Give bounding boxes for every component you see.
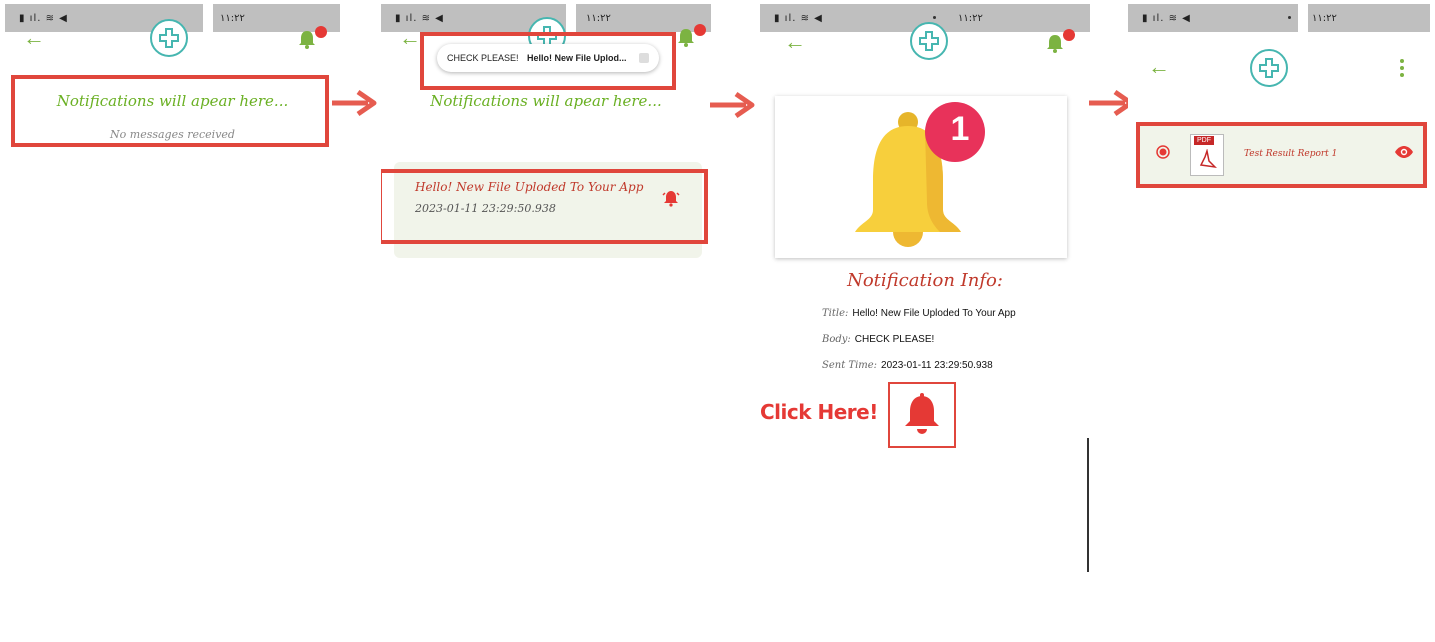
empty-state-title: Notifications will apear here... [56,92,289,110]
status-signal-icons: ▮ ıl. ≋ ◀ [19,13,68,24]
pdf-file-icon: PDF [1190,134,1224,176]
bell-illustration-card: 1 [775,96,1067,258]
notification-badge [694,24,706,36]
info-title-key: Title: [822,308,849,319]
status-signal-icons: ▮ ıl. ≋ ◀ [1142,13,1191,24]
acrobat-icon [1199,149,1217,169]
screen-notification-list: ▮ ıl. ≋ ◀ ١١:٢٢ ← CHECK PLEASE! Hello! N… [381,4,711,640]
back-arrow-icon[interactable]: ← [1148,56,1170,78]
app-logo [150,19,188,57]
notification-bell-icon[interactable] [677,28,695,48]
more-options-icon[interactable] [1399,58,1405,78]
view-eye-icon[interactable] [1394,145,1414,159]
back-arrow-icon[interactable]: ← [399,27,421,49]
info-title-value: Hello! New File Uploded To Your App [852,308,1016,319]
info-sent-key: Sent Time: [822,360,878,371]
notification-badge [1063,29,1075,41]
back-arrow-icon[interactable]: ← [784,31,806,53]
status-time: ١١:٢٢ [1312,13,1337,24]
app-logo [1250,49,1288,87]
badge-count: 1 [950,110,970,148]
notification-timestamp: 2023-01-11 23:29:50.938 [415,202,556,215]
radio-selected-icon[interactable] [1156,145,1170,159]
red-bell-icon [905,393,939,434]
info-body-value: CHECK PLEASE! [854,334,935,345]
info-sent-value: 2023-01-11 23:29:50.938 [881,360,993,371]
notification-bell-icon[interactable] [298,30,316,50]
alarm-bell-icon[interactable] [662,189,680,207]
status-signal-icons: ▮ ıl. ≋ ◀ [395,13,444,24]
list-title: Notifications will apear here... [430,92,662,110]
status-bar: ▮ ıl. ≋ ◀ ١١:٢٢ [1128,4,1430,32]
status-time: ١١:٢٢ [586,13,611,24]
screen-empty-notifications: ▮ ıl. ≋ ◀ ١١:٢٢ ← Notifications will ape… [5,4,340,640]
status-time: ١١:٢٢ [220,13,245,24]
large-bell-icon [855,102,985,247]
notification-badge [315,26,327,38]
notification-bell-icon[interactable] [1046,34,1064,54]
status-time: ١١:٢٢ [958,13,983,24]
click-here-label: Click Here! [760,400,878,424]
status-signal-icons: ▮ ıl. ≋ ◀ [774,13,823,24]
flow-arrow-2 [710,91,755,119]
info-body-row: Body: CHECK PLEASE! [822,334,934,345]
info-heading: Notification Info: [847,270,1003,291]
toast-highlight [420,32,676,90]
info-sent-row: Sent Time: 2023-01-11 23:29:50.938 [822,360,993,371]
file-name: Test Result Report 1 [1244,149,1338,159]
screen-file-list: ▮ ıl. ≋ ◀ ١١:٢٢ ← PDF Test Result Report… [1128,4,1430,640]
app-logo [910,22,948,60]
open-file-bell-button[interactable] [888,382,956,448]
screen-notification-info: ▮ ıl. ≋ ◀ ١١:٢٢ ← 1 Notification Info: T… [760,4,1090,640]
empty-state-message: No messages received [110,128,235,141]
flow-arrow-1 [332,89,377,117]
info-body-key: Body: [822,334,851,345]
pdf-label: PDF [1194,136,1214,145]
scrollbar[interactable] [1087,438,1089,572]
back-arrow-icon[interactable]: ← [23,27,45,49]
info-title-row: Title: Hello! New File Uploded To Your Ap… [822,308,1016,319]
notification-title: Hello! New File Uploded To Your App [415,180,644,194]
